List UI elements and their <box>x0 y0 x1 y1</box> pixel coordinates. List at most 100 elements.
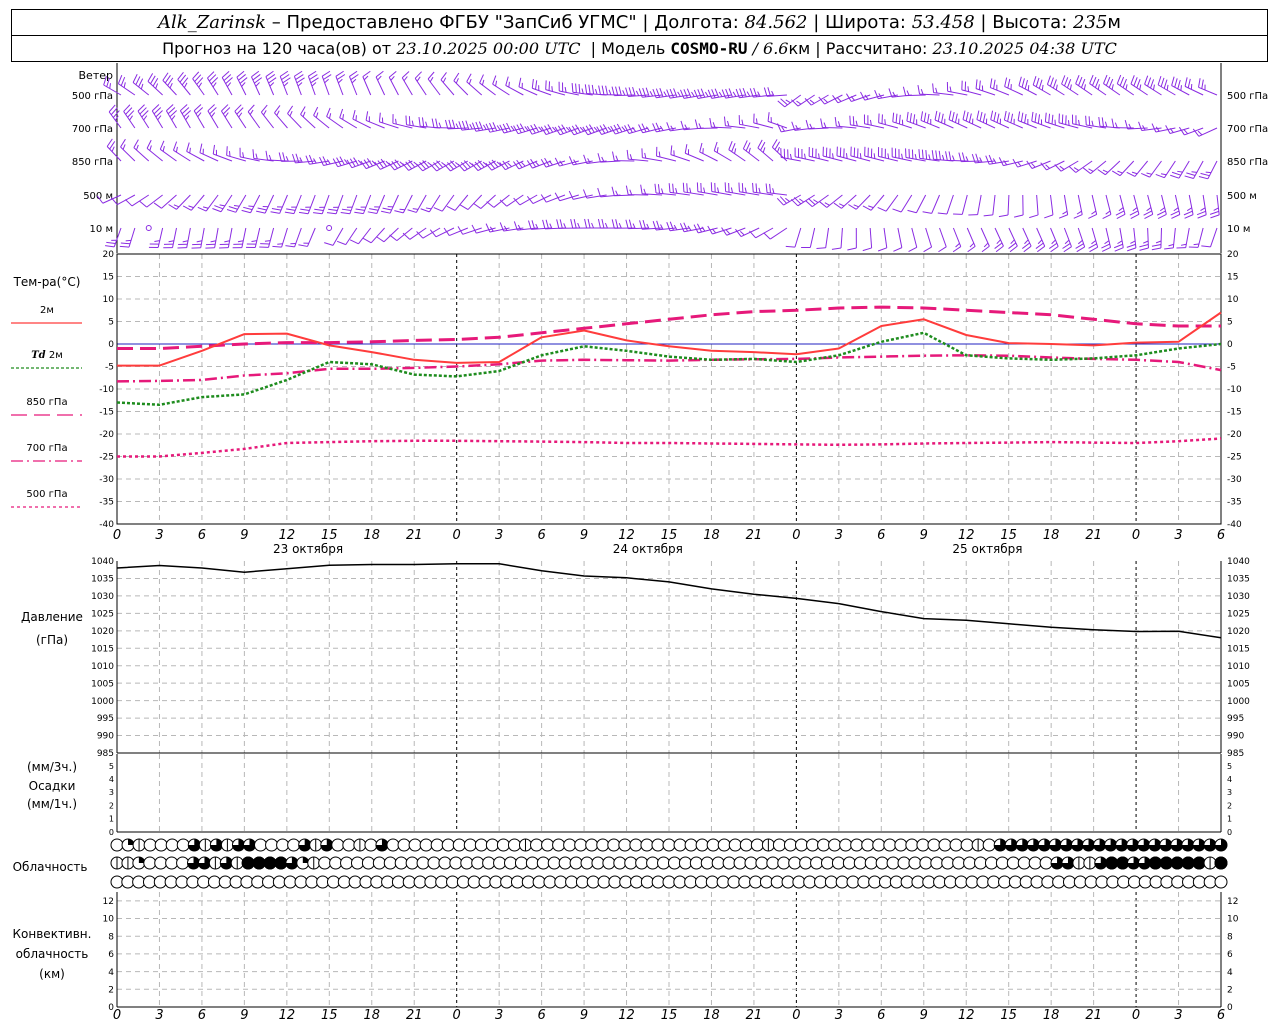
wind-barb-feather <box>508 81 510 88</box>
wind-barb-feather <box>608 89 612 95</box>
wind-barb-feather <box>643 188 647 195</box>
cloud-symbol <box>342 838 356 852</box>
wind-barb-feather <box>551 86 553 92</box>
x-tick-label: 12 <box>618 528 635 543</box>
wind-barb <box>1164 227 1176 250</box>
cloud-symbol <box>348 875 362 889</box>
wind-barb-feather <box>837 121 841 127</box>
wind-barb-feather <box>1139 84 1142 90</box>
wind-barb-feather <box>1077 239 1083 245</box>
cloud-symbol <box>543 875 557 889</box>
wind-barb-feather <box>326 107 331 117</box>
wind-barb-feather <box>395 118 397 125</box>
cloud-symbol <box>198 838 212 852</box>
wind-barb-feather <box>673 224 678 231</box>
wind-barb-feather <box>1027 85 1030 91</box>
wind-barb-feather <box>728 140 733 150</box>
wind-barb-feather <box>1125 84 1128 90</box>
cloud-symbol <box>788 856 802 870</box>
cloud-circle <box>456 875 470 889</box>
wind-barb-feather <box>1186 207 1193 212</box>
cloud-circle <box>207 875 221 889</box>
wind-barb-feather <box>1183 210 1193 216</box>
wind-barb-feather <box>531 220 536 230</box>
wind-barb <box>641 148 663 162</box>
cloud-symbol <box>441 838 455 852</box>
cloud-circle <box>359 875 373 889</box>
cloud-symbol <box>694 875 708 889</box>
wind-barb <box>526 123 552 135</box>
cloud-circle <box>1062 875 1076 889</box>
cloud-circle <box>850 838 864 852</box>
wind-barb-feather <box>298 244 308 247</box>
wind-barb-feather <box>1088 116 1091 126</box>
wind-barb-feather <box>1051 114 1054 125</box>
wind-barb-feather <box>625 185 629 195</box>
wind-barb-feather <box>157 115 162 121</box>
wind-barb-feather <box>701 226 706 232</box>
cloud-symbol <box>777 856 791 870</box>
cloud-symbol <box>187 856 201 870</box>
cloud-circle <box>662 875 676 889</box>
wind-barb-feather <box>407 209 417 213</box>
cloud-circle <box>624 856 638 870</box>
precip-tick-left: 1 <box>109 815 114 824</box>
wind-barb-feather <box>256 210 266 214</box>
wind-barb-feather <box>1126 243 1136 248</box>
wind-barb-feather <box>1157 75 1162 86</box>
wind-barb <box>365 111 385 129</box>
cloud-circle <box>783 838 797 852</box>
wind-barb-feather <box>226 209 236 213</box>
wind-barb <box>293 70 305 96</box>
cloud-circle <box>197 875 211 889</box>
cloud-circle <box>949 838 963 852</box>
cloud-symbol <box>424 875 438 889</box>
wind-barb <box>1040 160 1065 171</box>
precip-tick-right: 1 <box>1227 815 1232 824</box>
wind-barb-feather <box>838 203 845 207</box>
wind-barb-feather <box>1144 75 1149 85</box>
wind-barb-feather <box>629 154 633 160</box>
wind-barb-feather <box>533 123 540 133</box>
cloud-symbol <box>219 856 233 870</box>
cloud-circle <box>846 875 860 889</box>
wind-barb <box>1116 74 1135 96</box>
cloud-symbol <box>132 838 146 852</box>
wind-barb-feather <box>932 83 935 93</box>
wind-barb <box>1012 158 1037 168</box>
cloud-symbol <box>678 856 692 870</box>
wind-barb-feather <box>1088 168 1094 172</box>
wind-barb <box>753 113 774 129</box>
cloud-symbol <box>402 875 416 889</box>
wind-level-right: 850 гПа <box>1227 157 1268 168</box>
wind-barb-feather <box>352 109 356 120</box>
wind-barb-feather <box>1010 113 1014 123</box>
wind-barb-feather <box>314 208 324 211</box>
cloud-symbol <box>241 856 255 870</box>
wind-barb-feather <box>224 112 229 118</box>
cloud-circle <box>1149 875 1163 889</box>
x-tick-label: 0 <box>453 528 461 543</box>
wind-barb-feather <box>420 208 430 213</box>
cloud-symbol <box>1117 875 1131 889</box>
wind-barb-feather <box>832 153 834 159</box>
cloud-symbol <box>110 856 124 870</box>
cloud-circle <box>662 838 676 852</box>
cloud-circle <box>294 875 308 889</box>
cloud-circle <box>265 838 279 852</box>
wind-barb <box>877 194 899 212</box>
wind-barb-feather <box>615 219 619 229</box>
cloud-full <box>1181 856 1195 870</box>
wind-barb <box>735 227 760 237</box>
wind-barb-feather <box>615 155 619 161</box>
cloud-symbol <box>510 875 524 889</box>
wind-barb <box>833 194 857 209</box>
x-tick-label: 6 <box>537 528 545 543</box>
wind-barb <box>335 70 346 96</box>
x-tick-label: 15 <box>661 528 678 543</box>
wind-barb <box>1151 227 1163 251</box>
wind-barb-feather <box>762 147 766 153</box>
wind-barb <box>1201 227 1218 248</box>
wind-barb <box>1073 194 1083 219</box>
wind-barb <box>780 148 801 162</box>
